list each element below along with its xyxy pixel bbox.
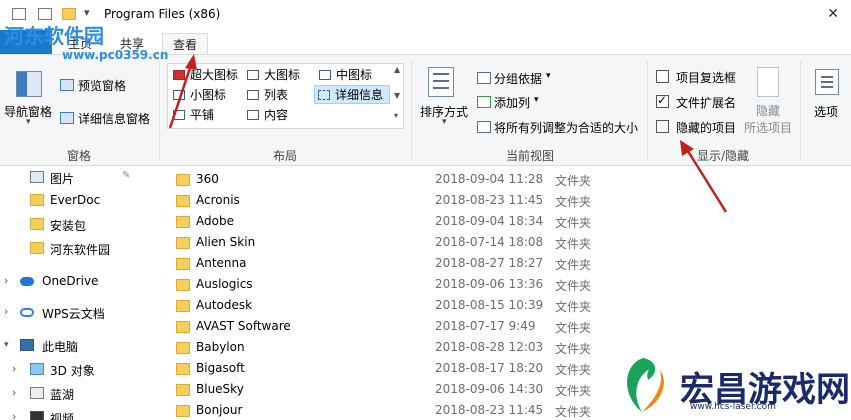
brand-watermark-url: www.hcs-laser.com [690, 402, 776, 412]
watermark-url: www.pc0359.cn [62, 48, 169, 62]
arrow-to-view-tab [168, 61, 194, 129]
arrow-to-hidden-items [684, 147, 728, 213]
arrow-head-icon [680, 140, 694, 156]
brand-logo-icon [627, 358, 664, 412]
file-explorer-window: ▾ Program Files (x86) ✕ 主页 共享 查看 导航窗格 ▾ … [0, 0, 851, 420]
annotation-arrows [168, 54, 728, 213]
arrow-head-icon [185, 54, 197, 70]
watermark-logo: 河东软件园 [4, 24, 104, 48]
